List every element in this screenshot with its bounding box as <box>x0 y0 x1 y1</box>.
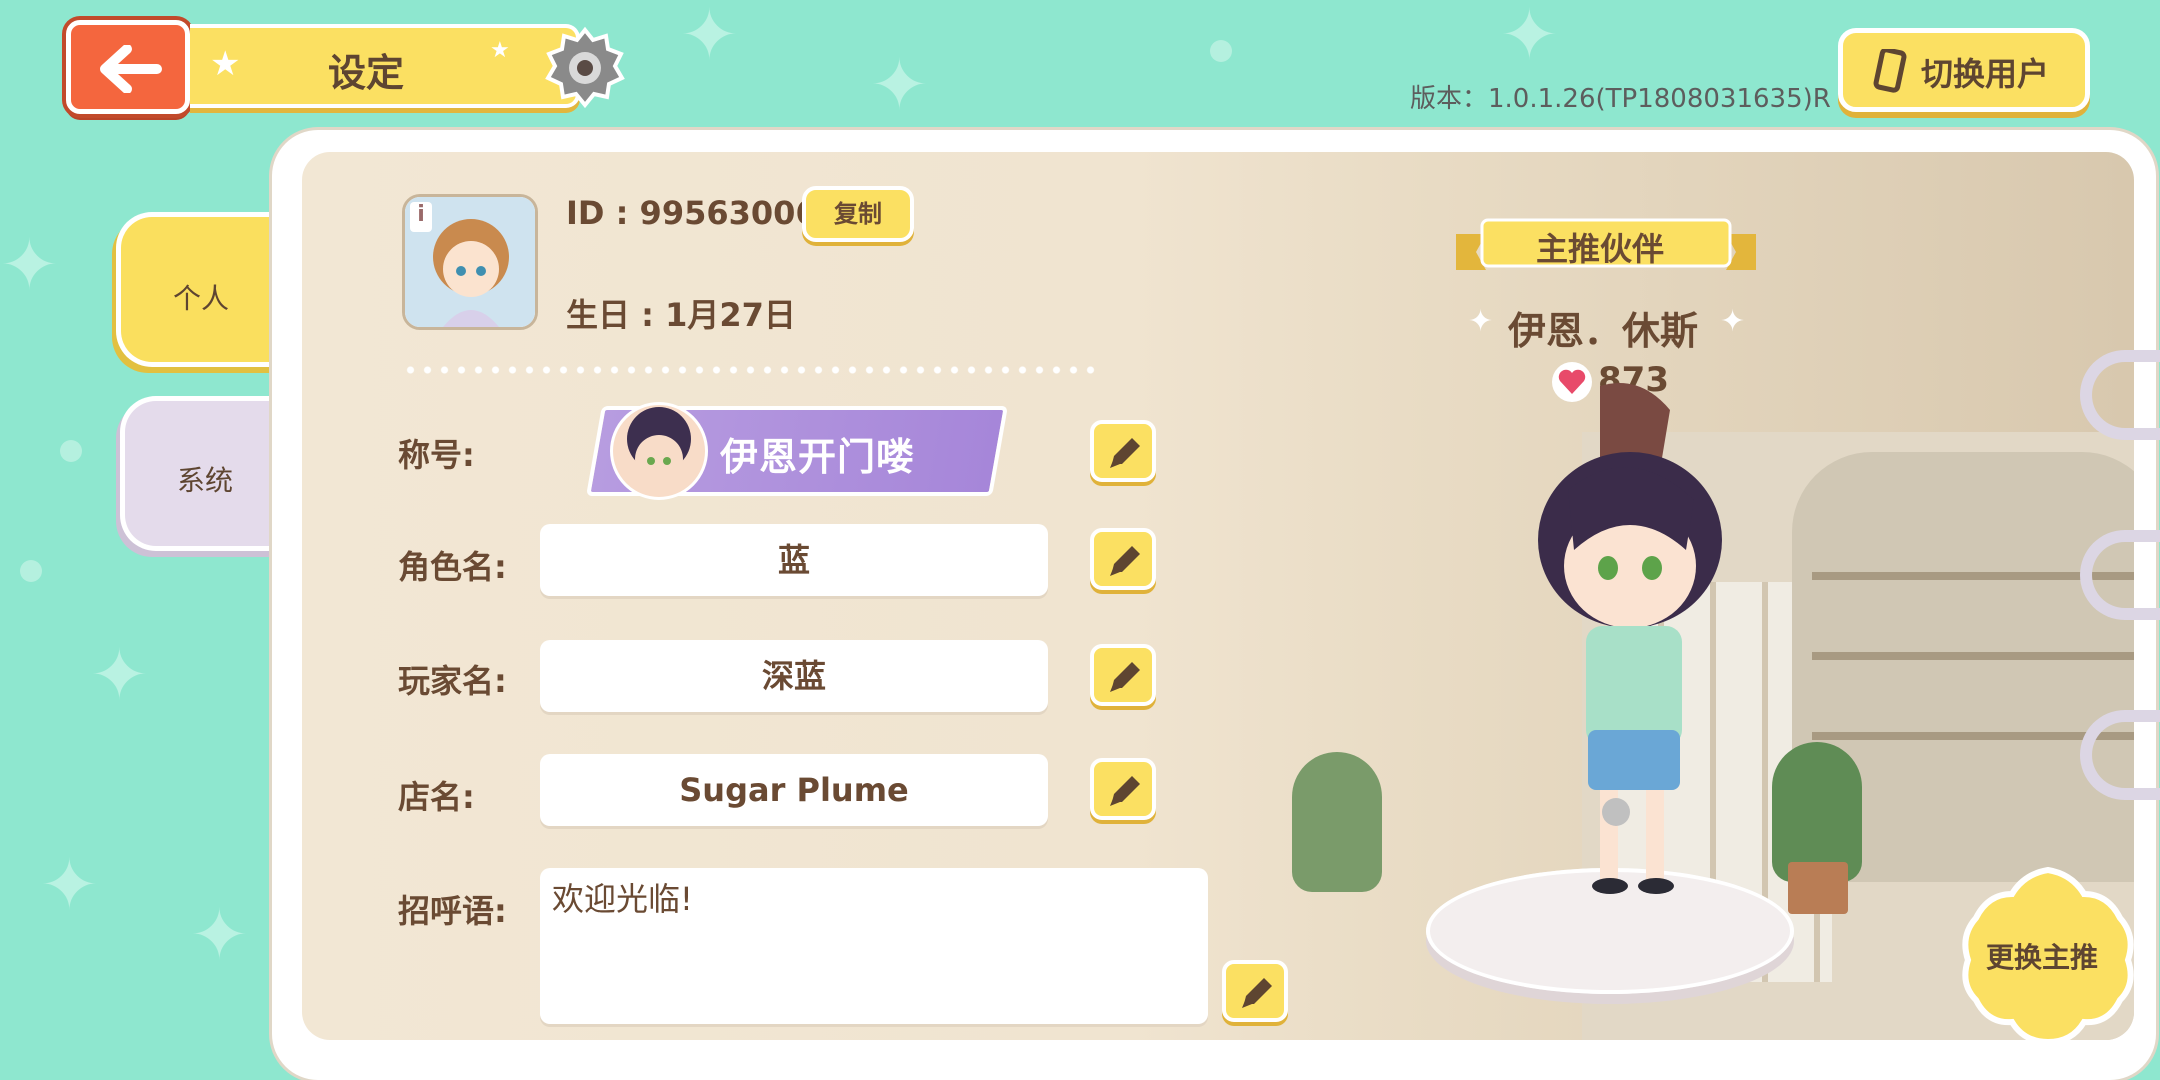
bg-star-decoration: ✦ <box>680 0 739 76</box>
star-icon: ★ <box>490 38 510 63</box>
greeting-field[interactable]: 欢迎光临! <box>540 868 1208 1024</box>
back-button[interactable] <box>66 20 190 114</box>
gear-icon <box>545 26 625 109</box>
pencil-icon <box>1110 546 1140 576</box>
pencil-icon <box>1242 978 1272 1008</box>
tab-personal-label: 个人 <box>173 282 230 315</box>
title-badge-label: 伊恩开门喽 <box>720 435 916 479</box>
edit-title-button[interactable] <box>1090 420 1156 482</box>
edit-player-name-button[interactable] <box>1090 644 1156 706</box>
role-name-label: 角色名: <box>398 548 507 586</box>
star-icon: ★ <box>210 44 241 84</box>
player-name-label: 玩家名: <box>398 662 507 700</box>
role-name-field[interactable]: 蓝 <box>540 524 1048 596</box>
binder-ring <box>2080 350 2160 440</box>
sparkle-icon: ✦ <box>1468 304 1494 339</box>
partner-ribbon-label: 主推伙伴 <box>1536 230 1665 268</box>
shop-name-label: 店名: <box>398 778 475 816</box>
pencil-icon <box>1110 438 1140 468</box>
change-partner-label: 更换主推 <box>1986 941 2099 974</box>
edit-role-name-button[interactable] <box>1090 528 1156 590</box>
player-avatar[interactable]: i <box>402 194 538 330</box>
bg-star-decoration: ✦ <box>90 634 149 716</box>
pencil-icon <box>1110 776 1140 806</box>
edit-greeting-button[interactable] <box>1222 960 1288 1022</box>
switch-user-button[interactable]: 切换用户 <box>1838 28 2090 112</box>
tab-personal[interactable]: 个人 <box>116 212 291 367</box>
dotted-divider <box>402 366 1102 374</box>
player-birthday: 生日 : 1月27日 <box>566 296 796 334</box>
title-field-label: 称号: <box>398 436 475 474</box>
partner-character[interactable] <box>1490 380 1770 920</box>
bg-dot-decoration <box>60 440 82 462</box>
binder-ring <box>2080 710 2160 800</box>
shop-name-field[interactable]: Sugar Plume <box>540 754 1048 826</box>
title-banner: ★ ★ 设定 <box>190 24 580 108</box>
greeting-label: 招呼语: <box>398 892 507 930</box>
bg-star-decoration: ✦ <box>1500 0 1559 76</box>
plant-decoration <box>1772 742 1862 882</box>
shelf-line <box>1812 652 2134 660</box>
player-name-field[interactable]: 深蓝 <box>540 640 1048 712</box>
tab-system[interactable]: 系统 <box>120 396 295 551</box>
switch-user-label: 切换用户 <box>1921 55 2050 93</box>
bg-star-decoration: ✦ <box>40 844 99 926</box>
partner-name: 伊恩．休斯 <box>1508 309 1699 353</box>
player-id: ID : 99563006 <box>566 194 818 232</box>
bg-star-decoration: ✦ <box>190 894 249 976</box>
bg-star-decoration: ✦ <box>870 44 929 126</box>
pencil-icon <box>1110 662 1140 692</box>
edit-shop-name-button[interactable] <box>1090 758 1156 820</box>
bg-dot-decoration <box>20 560 42 582</box>
pot-decoration <box>1788 862 1848 914</box>
bg-star-decoration: ✦ <box>0 224 59 306</box>
plant-decoration <box>1292 752 1382 892</box>
title-badge-portrait <box>610 402 708 500</box>
sparkle-icon: ✦ <box>1720 304 1746 339</box>
binder-ring <box>2080 530 2160 620</box>
bg-dot-decoration <box>1210 40 1232 62</box>
page-title: 设定 <box>328 51 405 95</box>
copy-id-button[interactable]: 复制 <box>802 186 914 242</box>
info-icon: i <box>410 202 432 232</box>
back-arrow-icon <box>100 45 162 93</box>
greeting-text: 欢迎光临! <box>552 880 693 918</box>
version-text: 版本：1.0.1.26(TP1808031635)R <box>1410 84 1831 114</box>
phone-icon <box>1873 49 1907 93</box>
tab-system-label: 系统 <box>177 464 234 497</box>
